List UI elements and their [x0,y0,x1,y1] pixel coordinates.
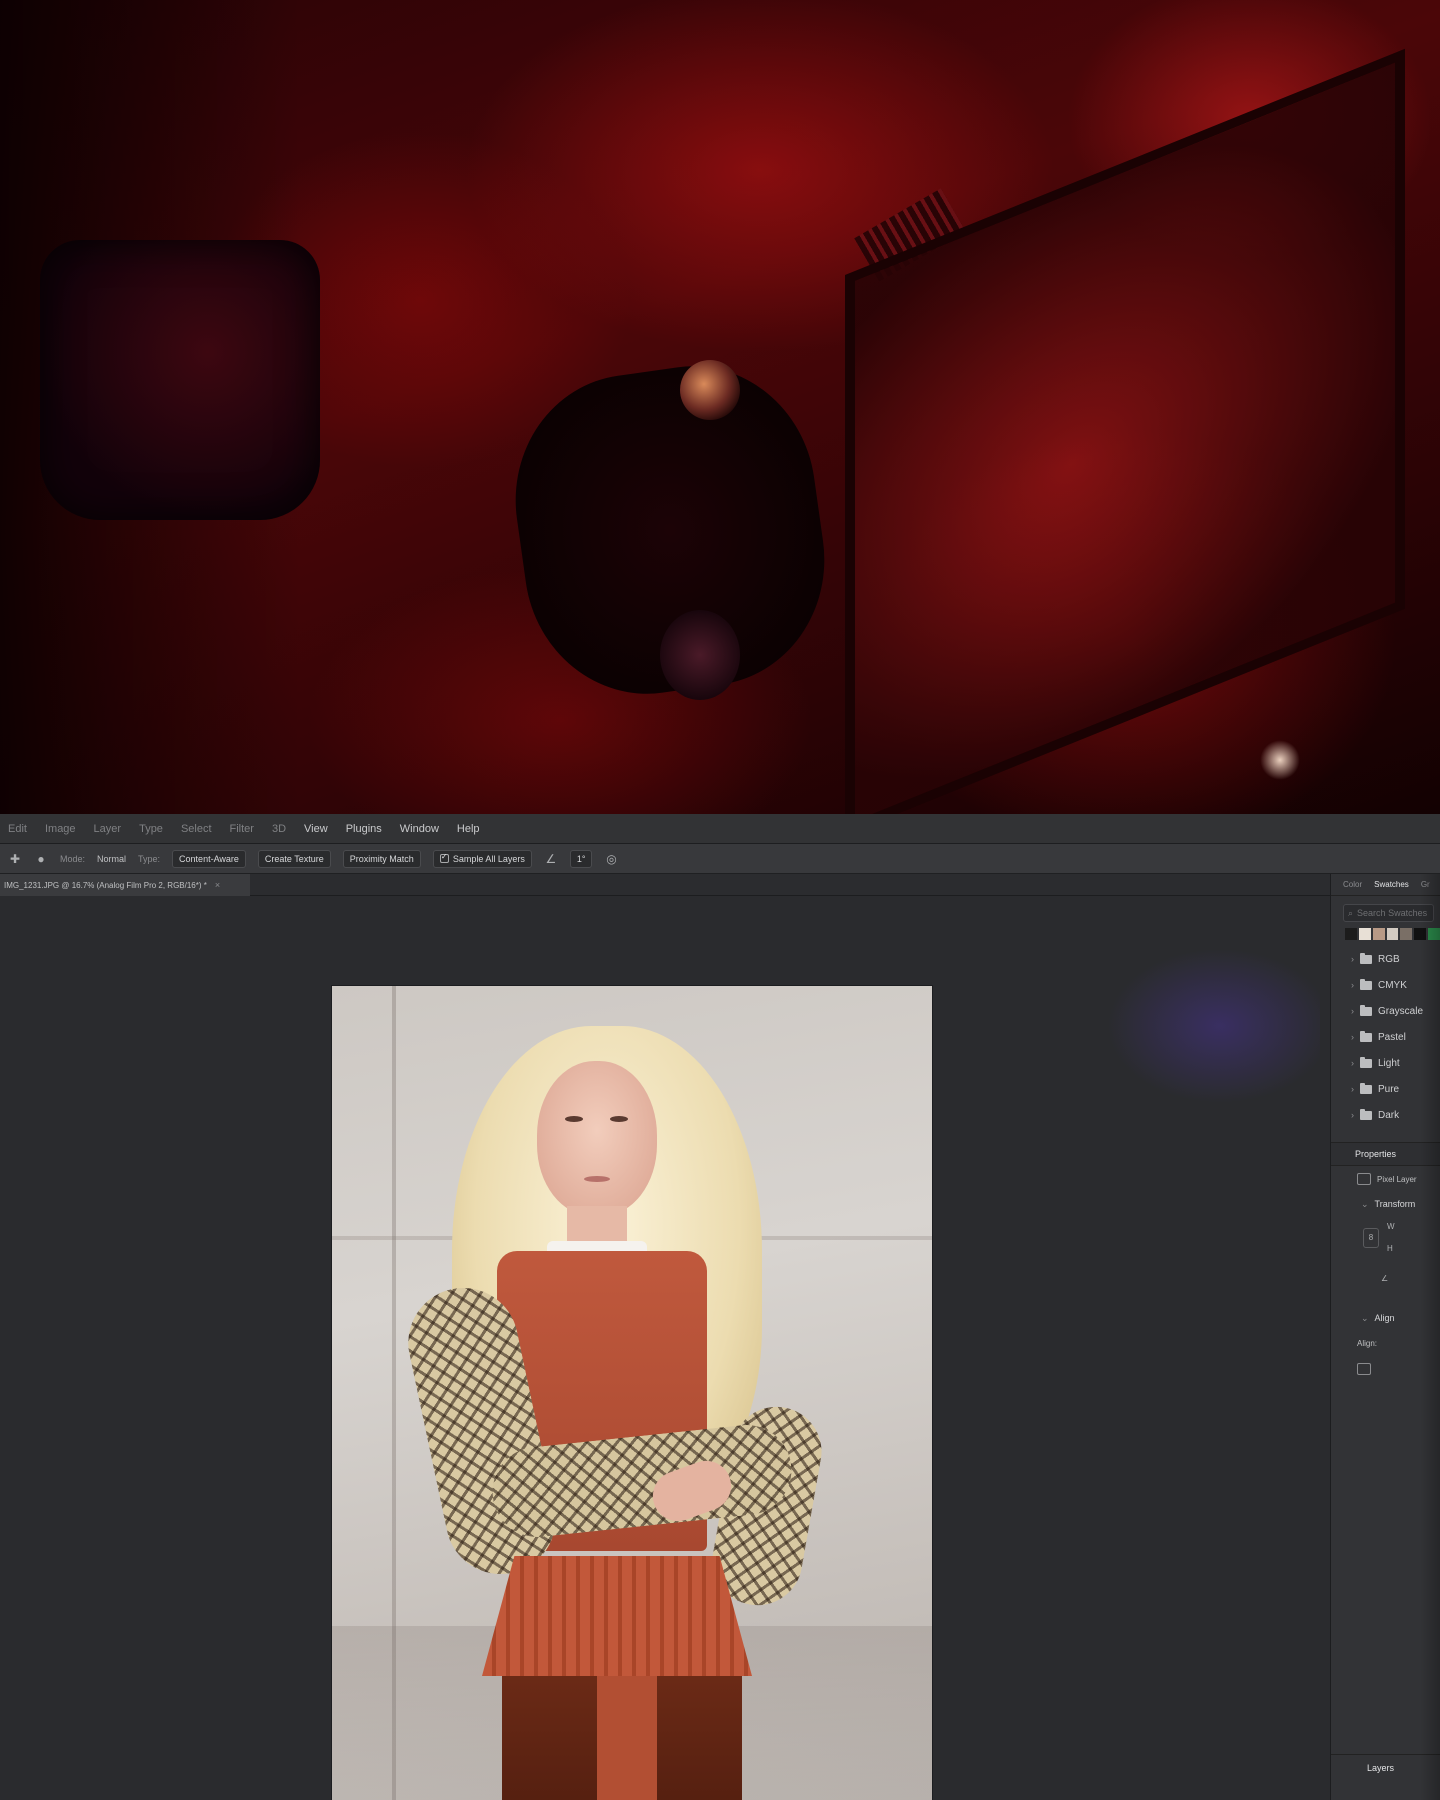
projector-speaker [660,610,740,700]
transform-title: Transform [1374,1199,1416,1209]
canvas-area[interactable] [0,896,1320,1800]
group-label: Light [1378,1057,1400,1069]
folder-icon [1360,1082,1372,1094]
group-label: Grayscale [1378,1005,1424,1017]
document-image[interactable] [332,986,932,1800]
swatch[interactable] [1386,928,1399,940]
monitor-screen: Edit Image Layer Type Select Filter 3D V… [0,814,1440,1800]
type-label: Type: [138,853,161,864]
tool-options-bar: ✚ ● Mode: Normal Type: Content-Aware Cre… [0,844,1440,874]
swatch[interactable] [1358,928,1371,940]
document-tab[interactable]: IMG_1231.JPG @ 16.7% (Analog Film Pro 2,… [0,874,250,896]
checkbox-checked-icon [439,852,449,863]
group-label: CMYK [1378,979,1407,991]
folder-icon [1360,978,1372,990]
folder-icon [1360,952,1372,964]
menu-type[interactable]: Type [139,823,163,835]
menu-view[interactable]: View [304,823,328,835]
width-label: W [1387,1222,1395,1231]
chevron-right-icon: › [1351,1084,1354,1094]
height-label: H [1387,1244,1393,1253]
chevron-right-icon: › [1351,1032,1354,1042]
chevron-right-icon: › [1351,1110,1354,1120]
sample-all-layers-checkbox[interactable]: Sample All Layers [432,849,532,868]
folder-icon [1360,1056,1372,1068]
menu-window[interactable]: Window [400,823,439,835]
proximity-match-button[interactable]: Proximity Match [342,849,421,868]
chevron-down-icon: ⌄ [1361,1198,1369,1209]
pixel-layer-icon [1357,1173,1371,1185]
room-door [845,48,1405,822]
menu-help[interactable]: Help [457,823,480,835]
document-tab-bar: IMG_1231.JPG @ 16.7% (Analog Film Pro 2,… [0,874,1330,896]
chevron-right-icon: › [1351,954,1354,964]
chevron-right-icon: › [1351,980,1354,990]
photo-eye [610,1116,628,1122]
create-texture-button[interactable]: Create Texture [257,849,331,868]
brush-preset-icon[interactable]: ● [34,852,48,866]
projector-lens [680,360,740,420]
mode-label: Mode: [60,853,86,864]
document-title: IMG_1231.JPG @ 16.7% (Analog Film Pro 2,… [4,880,207,890]
menu-plugins[interactable]: Plugins [346,823,382,835]
room-background [0,0,1440,822]
chevron-right-icon: › [1351,1006,1354,1016]
bandage-icon[interactable]: ✚ [8,852,22,866]
menu-image[interactable]: Image [45,823,76,835]
folder-icon [1360,1108,1372,1120]
room-cabinet [40,240,320,520]
menu-bar: Edit Image Layer Type Select Filter 3D V… [0,814,1440,844]
angle-field[interactable]: 1° [569,849,593,868]
align-left-icon[interactable] [1357,1363,1371,1375]
light-glow [1260,740,1300,780]
search-placeholder: Search Swatches [1357,908,1428,918]
tab-swatches[interactable]: Swatches [1374,880,1409,889]
link-icon[interactable]: 8 [1363,1228,1379,1248]
folder-icon [1360,1004,1372,1016]
menu-select[interactable]: Select [181,823,212,835]
group-label: Pastel [1378,1031,1406,1043]
pressure-icon[interactable]: ◎ [604,852,618,866]
chevron-down-icon: ⌄ [1361,1312,1369,1323]
photo-face [537,1061,657,1216]
swatch[interactable] [1400,928,1413,940]
swatch[interactable] [1345,928,1357,940]
swatch[interactable] [1372,928,1385,940]
content-aware-button[interactable]: Content-Aware [172,849,246,868]
menu-layer[interactable]: Layer [94,823,122,835]
chevron-right-icon: › [1351,1058,1354,1068]
align-to-label: Align: [1357,1338,1378,1348]
photo-belt [597,1676,657,1800]
menu-edit[interactable]: Edit [8,823,27,835]
group-label: RGB [1378,953,1400,965]
menu-3d[interactable]: 3D [272,823,286,835]
pixel-layer-label: Pixel Layer [1377,1174,1417,1184]
photo-mouth [584,1176,610,1182]
folder-icon [1360,1030,1372,1042]
tab-color[interactable]: Color [1343,880,1362,889]
search-icon: ⌕ [1348,907,1354,918]
menu-filter[interactable]: Filter [230,823,254,835]
align-title: Align [1374,1313,1395,1323]
mode-select[interactable]: Normal [97,854,126,864]
angle-icon: ∠ [545,851,557,866]
close-icon[interactable]: × [215,880,220,890]
sample-all-layers-label: Sample All Layers [452,853,525,864]
photo-eye [565,1116,583,1122]
rotate-angle-icon[interactable]: ∠ [1381,1274,1388,1283]
screen-edge-shadow [1420,874,1440,1800]
group-label: Pure [1378,1083,1400,1095]
group-label: Dark [1378,1109,1400,1121]
photo-peplum [482,1556,752,1676]
